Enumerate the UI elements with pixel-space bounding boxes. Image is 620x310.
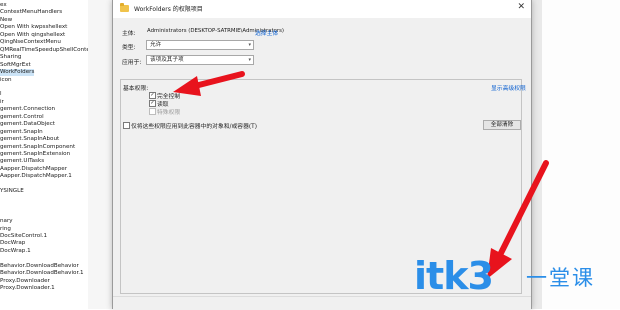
annotation-arrow-upper bbox=[173, 71, 245, 96]
watermark-tagline: 一堂课 bbox=[526, 266, 595, 290]
watermark-logo: itk3 一堂课 bbox=[414, 254, 614, 304]
watermark-brand: itk3 bbox=[414, 254, 494, 298]
